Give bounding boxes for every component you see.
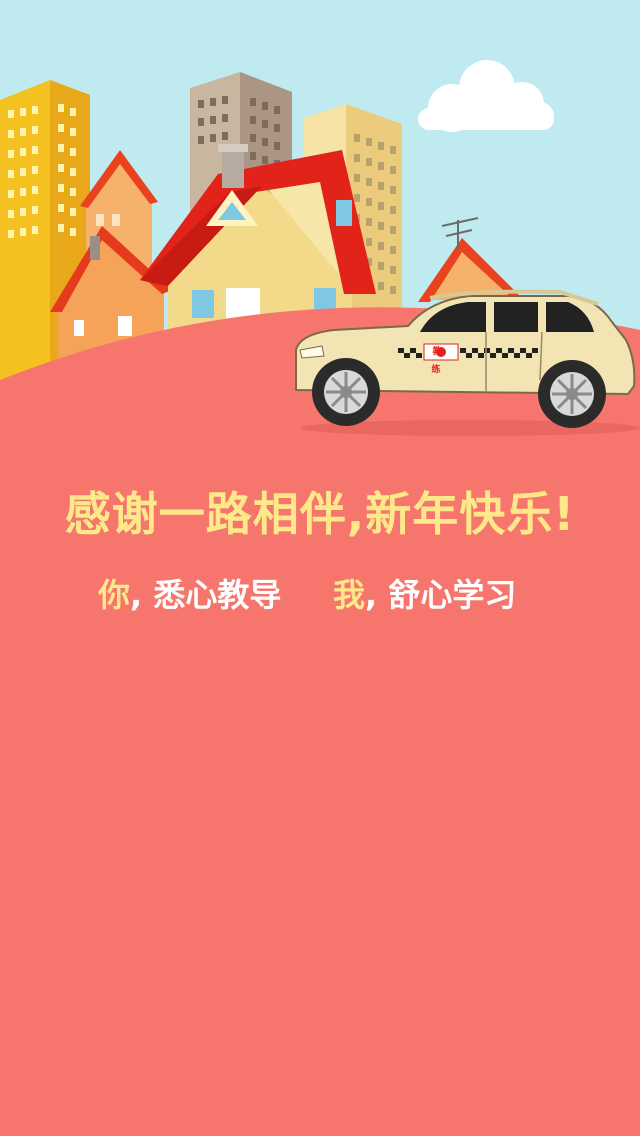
city-scene-illustration — [0, 0, 640, 460]
splash-screen: 教练 感谢一路相伴,新年快乐! 你, 悉心教导 我, 舒心学习 — [0, 0, 640, 1136]
subline-teacher-rest: , 悉心教导 — [130, 576, 282, 614]
headline-text: 感谢一路相伴,新年快乐! — [64, 487, 576, 541]
subline-student-rest: , 舒心学习 — [365, 576, 517, 614]
subline-student: 我, 舒心学习 — [333, 572, 516, 618]
subline-teacher: 你, 悉心教导 — [98, 572, 281, 618]
subline-teacher-highlight: 你 — [98, 576, 131, 614]
subline-student-highlight: 我 — [333, 576, 366, 614]
pink-background — [0, 458, 640, 1136]
taxi-door-logo: 教练 — [431, 347, 452, 375]
